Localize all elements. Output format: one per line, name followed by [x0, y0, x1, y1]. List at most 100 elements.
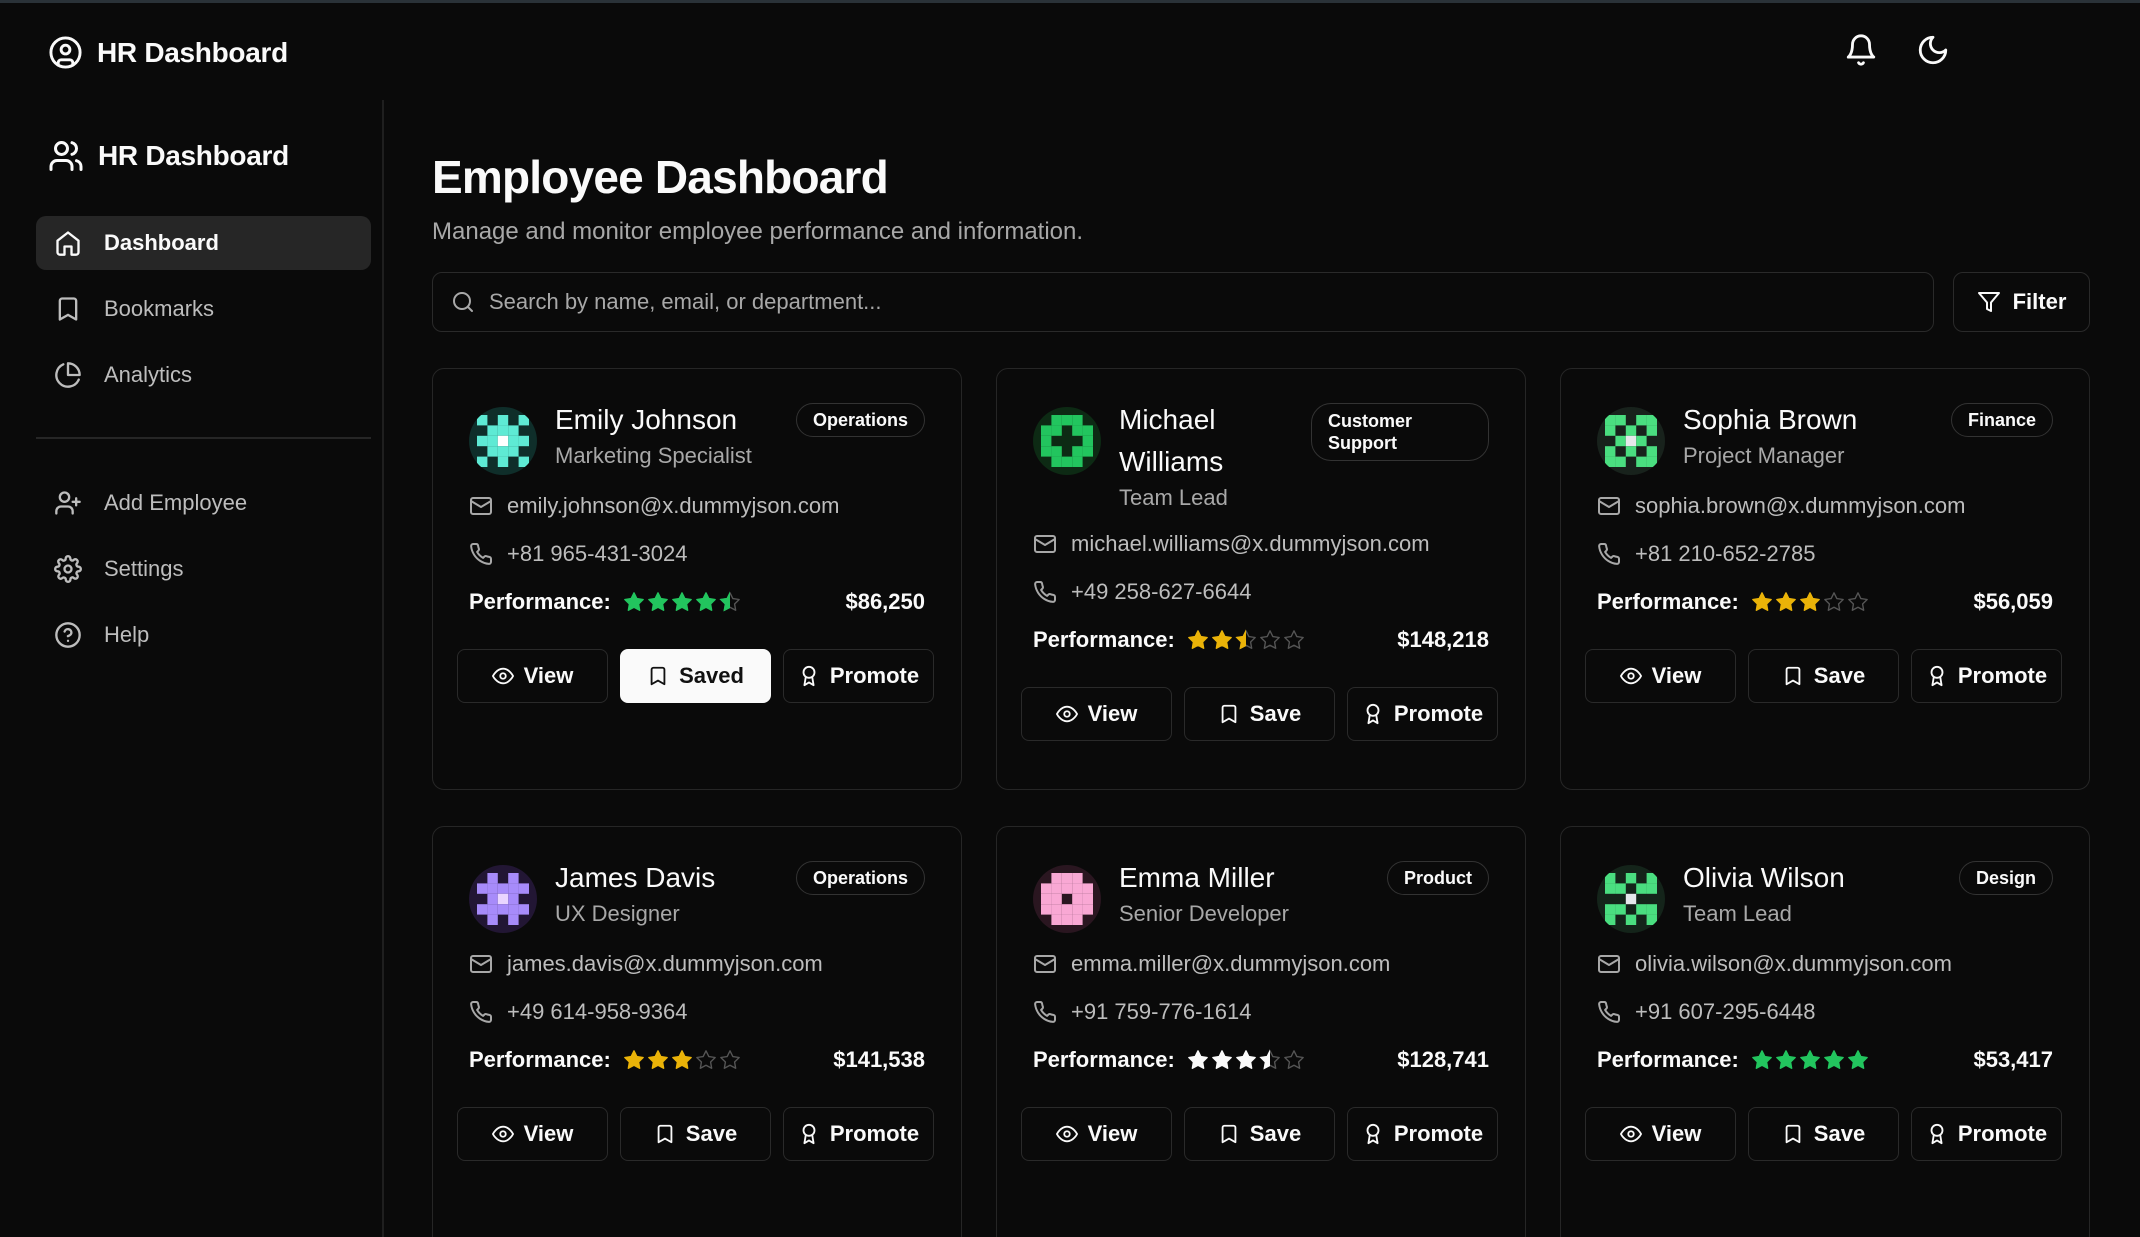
star-icon [1775, 1049, 1797, 1071]
save-button[interactable]: Save [1184, 687, 1335, 741]
sidebar-item-analytics[interactable]: Analytics [36, 348, 371, 402]
star-icon [1283, 629, 1305, 651]
bell-icon[interactable] [1844, 33, 1878, 67]
sidebar-item-bookmarks[interactable]: Bookmarks [36, 282, 371, 336]
employee-role: Marketing Specialist [555, 443, 752, 468]
employee-email: emily.johnson@x.dummyjson.com [507, 493, 840, 518]
employee-role: Senior Developer [1119, 901, 1289, 926]
department-badge: Finance [1950, 403, 2053, 437]
mail-icon [469, 494, 493, 518]
save-label: Save [685, 1121, 738, 1146]
sidebar-item-help[interactable]: Help [36, 608, 371, 662]
sidebar-item-label: Add Employee [104, 490, 248, 515]
employee-email: michael.williams@x.dummyjson.com [1071, 531, 1430, 556]
star-icon [623, 1049, 645, 1071]
sidebar-item-label: Bookmarks [104, 296, 215, 321]
saved-button[interactable]: Saved [620, 649, 771, 703]
search-input[interactable] [489, 289, 1889, 315]
performance-rating: Performance: [1597, 589, 1869, 615]
star-icon [1259, 1049, 1281, 1071]
star-icon [1235, 1049, 1257, 1071]
star-icon [1799, 1049, 1821, 1071]
eye-icon [1055, 703, 1078, 725]
employee-card: Olivia Wilson Team Lead Design olivia.wi… [1560, 826, 2090, 1237]
employee-email: olivia.wilson@x.dummyjson.com [1635, 951, 1952, 976]
star-icon [671, 1049, 693, 1071]
promote-button[interactable]: Promote [1911, 1107, 2062, 1161]
employee-name: James Davis [555, 862, 716, 893]
email-row: michael.williams@x.dummyjson.com [1033, 531, 1501, 557]
sidebar-item-dashboard[interactable]: Dashboard [36, 216, 371, 270]
employee-role: Team Lead [1119, 485, 1228, 510]
star-icon [1799, 591, 1821, 613]
employee-card: Emily Johnson Marketing Specialist Opera… [432, 368, 962, 790]
view-button[interactable]: View [457, 649, 608, 703]
eye-icon [491, 665, 514, 687]
filter-button[interactable]: Filter [1953, 272, 2090, 332]
sidebar-item-label: Settings [104, 556, 184, 581]
sidebar-item-settings[interactable]: Settings [36, 542, 371, 596]
star-icon [719, 1049, 741, 1071]
moon-icon[interactable] [1916, 33, 1950, 67]
promote-button[interactable]: Promote [1911, 649, 2062, 703]
secondary-nav: Add Employee Settings Help [36, 476, 371, 674]
employee-name: Michael Williams [1119, 404, 1224, 477]
user-plus-icon [54, 489, 82, 517]
promote-button[interactable]: Promote [1347, 687, 1498, 741]
promote-button[interactable]: Promote [783, 649, 934, 703]
save-button[interactable]: Save [1748, 1107, 1899, 1161]
mail-icon [1597, 494, 1621, 518]
view-button[interactable]: View [1021, 687, 1172, 741]
promote-button[interactable]: Promote [783, 1107, 934, 1161]
card-actions: View Saved Promote [457, 649, 937, 703]
filter-label: Filter [2012, 289, 2067, 314]
phone-icon [1597, 1000, 1621, 1024]
sidebar-item-add-employee[interactable]: Add Employee [36, 476, 371, 530]
email-row: james.davis@x.dummyjson.com [469, 951, 937, 977]
award-icon [1362, 1123, 1384, 1145]
star-icon [1283, 1049, 1305, 1071]
app-brand[interactable]: HR Dashboard [48, 35, 288, 70]
star-icon [1235, 629, 1257, 651]
main-content: Employee Dashboard Manage and monitor em… [432, 100, 2090, 1237]
employee-salary: $56,059 [1973, 589, 2053, 614]
star-icon [1259, 629, 1281, 651]
view-button[interactable]: View [1585, 1107, 1736, 1161]
star-icon [1187, 629, 1209, 651]
employee-identity: Michael Williams Team Lead [1119, 403, 1293, 513]
view-button[interactable]: View [1585, 649, 1736, 703]
promote-label: Promote [1393, 1121, 1484, 1146]
employee-identity: Olivia Wilson Team Lead [1683, 861, 1941, 929]
star-icon [1847, 1049, 1869, 1071]
save-button[interactable]: Save [1748, 649, 1899, 703]
view-label: View [1087, 701, 1138, 726]
promote-button[interactable]: Promote [1347, 1107, 1498, 1161]
phone-icon [469, 542, 493, 566]
save-label: Save [1813, 1121, 1866, 1146]
employee-salary: $86,250 [845, 589, 925, 614]
sidebar-divider [36, 437, 371, 439]
phone-icon [1597, 542, 1621, 566]
employee-card: James Davis UX Designer Operations james… [432, 826, 962, 1237]
performance-rating: Performance: [1033, 1047, 1305, 1073]
card-header: Olivia Wilson Team Lead Design [1597, 861, 2065, 933]
phone-row: +49 614-958-9364 [469, 999, 937, 1025]
performance-row: Performance: $53,417 [1597, 1047, 2065, 1073]
save-button[interactable]: Save [620, 1107, 771, 1161]
bookmark-icon [54, 295, 82, 323]
top-bar: HR Dashboard [0, 3, 2140, 100]
card-header: Emily Johnson Marketing Specialist Opera… [469, 403, 937, 475]
page-title: Employee Dashboard [432, 151, 889, 203]
phone-row: +91 607-295-6448 [1597, 999, 2065, 1025]
employee-salary: $141,538 [833, 1047, 925, 1072]
performance-rating: Performance: [1597, 1047, 1869, 1073]
sidebar-item-label: Help [104, 622, 150, 647]
card-header: Emma Miller Senior Developer Product [1033, 861, 1501, 933]
email-row: emily.johnson@x.dummyjson.com [469, 493, 937, 519]
performance-label: Performance: [1597, 589, 1739, 614]
employee-phone: +91 607-295-6448 [1635, 999, 1816, 1024]
save-button[interactable]: Save [1184, 1107, 1335, 1161]
view-button[interactable]: View [457, 1107, 608, 1161]
avatar [1033, 865, 1101, 933]
view-button[interactable]: View [1021, 1107, 1172, 1161]
